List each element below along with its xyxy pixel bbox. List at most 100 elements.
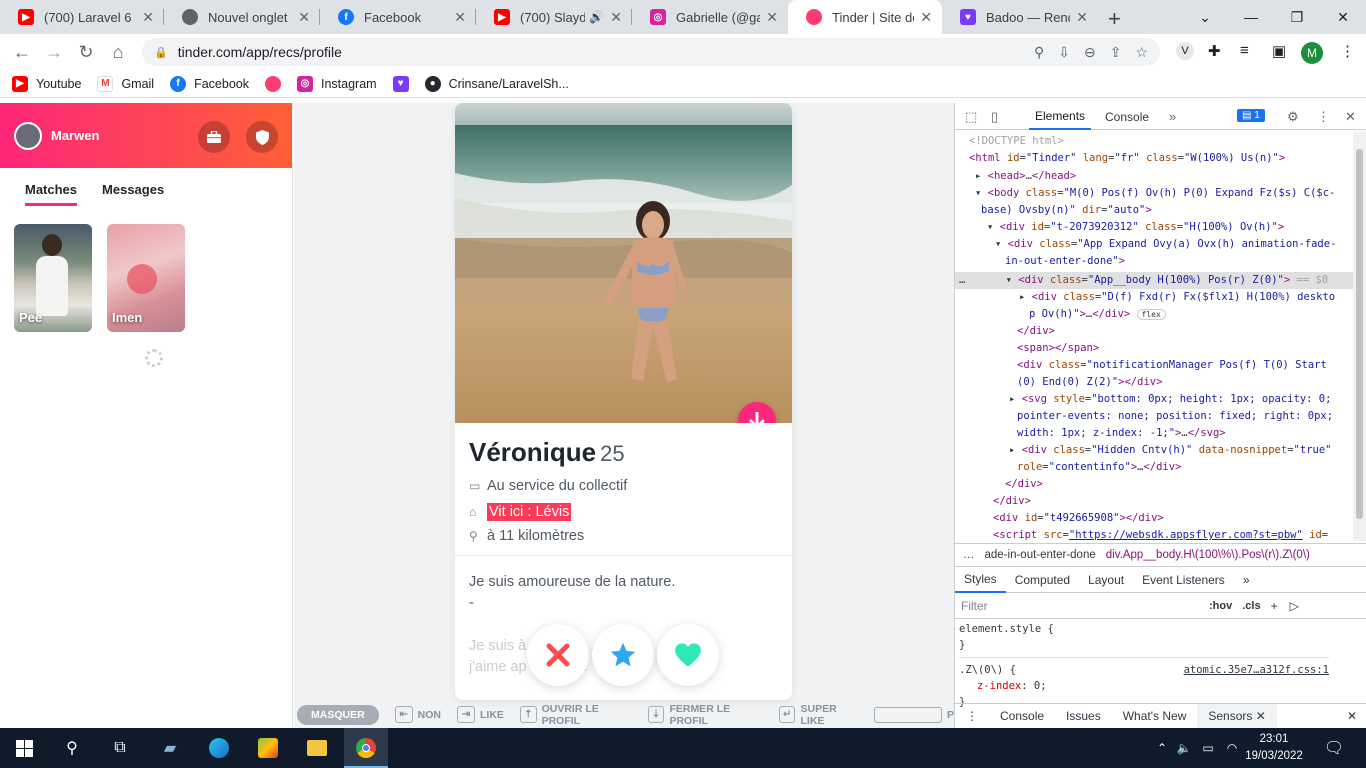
close-icon[interactable]: ✕ (920, 9, 932, 26)
inspect-element-icon[interactable]: ⬚ (965, 109, 977, 125)
edge-icon[interactable] (207, 736, 231, 760)
media-control-icon[interactable]: ≡ (1240, 42, 1249, 59)
profile-avatar[interactable]: M (1301, 42, 1323, 64)
windows-start-icon[interactable] (12, 736, 36, 760)
restore-button[interactable]: ❐ (1274, 0, 1320, 34)
bookmark-item[interactable] (265, 75, 281, 92)
volume-icon[interactable]: 🔈 (1172, 736, 1196, 760)
close-drawer-icon[interactable]: ✕ (1347, 709, 1366, 723)
user-avatar[interactable] (14, 121, 42, 150)
reload-button[interactable]: ↻ (74, 40, 98, 64)
address-bar[interactable]: 🔒 tinder.com/app/recs/profile ⚲ ⇩ ⊖ ⇪ ☆ (142, 38, 1160, 66)
tab-search-icon[interactable]: ⌄ (1182, 0, 1228, 34)
share-icon[interactable]: ⇪ (1110, 44, 1122, 61)
system-clock[interactable]: 23:01 19/03/2022 (1236, 731, 1312, 765)
breadcrumb-item[interactable]: ade-in-out-enter-done (985, 549, 1096, 561)
shield-icon[interactable] (246, 121, 278, 153)
dom-tree[interactable]: <!DOCTYPE html> <html id="Tinder" lang="… (955, 131, 1353, 541)
hov-toggle[interactable]: :hov (1209, 600, 1232, 612)
search-icon[interactable]: ⚲ (60, 736, 84, 760)
match-card[interactable]: Pee (14, 224, 92, 332)
kebab-menu-icon[interactable]: ⋮ (1317, 109, 1330, 125)
bookmark-item[interactable]: f Facebook (170, 75, 249, 92)
tab-messages[interactable]: Messages (102, 182, 164, 206)
forward-button[interactable]: → (42, 40, 66, 64)
lock-icon[interactable]: 🔒 (154, 46, 168, 59)
install-icon[interactable]: ⇩ (1058, 44, 1070, 61)
window-close-button[interactable]: ✕ (1320, 0, 1366, 34)
browser-tab-active[interactable]: Tinder | Site de R ✕ (788, 0, 942, 34)
bookmark-item[interactable]: ▶ Youtube (12, 75, 81, 92)
bluestacks-icon[interactable] (256, 736, 280, 760)
browser-tab[interactable]: ◎ Gabrielle (@gaby ✕ (632, 0, 788, 34)
back-button[interactable]: ← (10, 40, 34, 64)
extensions-icon[interactable]: ✚ (1208, 42, 1221, 60)
match-card[interactable]: Imen (107, 224, 185, 332)
tab-computed[interactable]: Computed (1006, 568, 1079, 593)
dom-scrollbar[interactable] (1353, 131, 1366, 541)
menu-icon[interactable]: ⋮ (1340, 42, 1355, 60)
toggle-sidebar-icon[interactable]: ▷ (1290, 599, 1299, 613)
tab-matches[interactable]: Matches (25, 182, 78, 206)
more-tabs-icon[interactable]: » (1169, 109, 1176, 124)
audio-icon[interactable]: 🔊 (589, 10, 604, 24)
chrome-icon[interactable] (354, 736, 378, 760)
nope-button[interactable] (527, 624, 589, 686)
close-icon[interactable]: ✕ (142, 9, 154, 26)
bookmark-item[interactable]: ● Crinsane/LaravelSh... (424, 75, 569, 92)
new-tab-button[interactable]: + (1108, 6, 1121, 32)
task-view-icon[interactable]: ⧉ (108, 736, 132, 760)
more-tabs-icon[interactable]: » (1234, 568, 1259, 593)
tab-elements[interactable]: Elements (1029, 103, 1092, 130)
url-text[interactable]: tinder.com/app/recs/profile (178, 44, 342, 60)
bookmark-star-icon[interactable]: ☆ (1135, 44, 1148, 61)
super-like-button[interactable] (592, 624, 654, 686)
drawer-tab-whats-new[interactable]: What's New (1112, 704, 1198, 729)
drawer-menu-icon[interactable]: ⋮ (955, 704, 989, 729)
device-toolbar-icon[interactable]: ▯ (991, 109, 998, 125)
drawer-tab-issues[interactable]: Issues (1055, 704, 1112, 729)
filter-input[interactable]: Filter (961, 599, 1197, 613)
briefcase-icon[interactable] (198, 121, 230, 153)
browser-tab[interactable]: ▶ (700) Laravel 6 E ✕ (0, 0, 164, 34)
tab-console[interactable]: Console (1105, 103, 1149, 130)
notifications-icon[interactable]: 🗨 (1322, 736, 1346, 760)
close-devtools-icon[interactable]: ✕ (1345, 109, 1356, 125)
hide-shortcuts-button[interactable]: MASQUER (297, 704, 379, 725)
bookmark-item[interactable]: ◎ Instagram (297, 75, 377, 92)
breadcrumb-item-selected[interactable]: div.App__body.H\(100\%\).Pos\(r\).Z\(0\) (1106, 549, 1310, 561)
bookmark-item[interactable]: M Gmail (97, 75, 154, 92)
location-icon[interactable]: ⚲ (1034, 44, 1044, 61)
tab-event-listeners[interactable]: Event Listeners (1133, 568, 1234, 593)
zoom-icon[interactable]: ⊖ (1084, 44, 1096, 61)
show-hidden-icons-icon[interactable]: ⌃ (1150, 736, 1174, 760)
home-button[interactable]: ⌂ (106, 40, 130, 64)
file-explorer-icon[interactable] (305, 736, 329, 760)
settings-gear-icon[interactable]: ⚙ (1287, 109, 1299, 125)
side-panel-icon[interactable]: ▣ (1272, 42, 1286, 60)
close-icon[interactable]: ✕ (1256, 709, 1266, 723)
close-icon[interactable]: ✕ (766, 9, 778, 26)
close-icon[interactable]: ✕ (1076, 9, 1088, 26)
notepad-icon[interactable]: ▰ (158, 736, 182, 760)
minimize-button[interactable]: — (1228, 0, 1274, 34)
battery-icon[interactable]: ▭ (1196, 736, 1220, 760)
browser-tab[interactable]: ▶ (700) Slayder 🔊 ✕ (476, 0, 632, 34)
user-name[interactable]: Marwen (51, 128, 99, 143)
vpn-extension-icon[interactable]: V (1176, 42, 1194, 60)
tab-layout[interactable]: Layout (1079, 568, 1133, 593)
close-icon[interactable]: ✕ (610, 9, 622, 26)
new-rule-icon[interactable]: + (1271, 599, 1278, 613)
profile-photo[interactable] (455, 103, 792, 423)
browser-tab[interactable]: f Facebook ✕ (320, 0, 476, 34)
drawer-tab-sensors[interactable]: Sensors ✕ (1197, 703, 1277, 729)
browser-tab[interactable]: Nouvel onglet ✕ (164, 0, 320, 34)
tab-styles[interactable]: Styles (955, 568, 1006, 593)
like-button[interactable] (657, 624, 719, 686)
drawer-tab-console[interactable]: Console (989, 704, 1055, 729)
bookmark-item[interactable]: ♥ (392, 75, 409, 92)
rule-source-link[interactable]: atomic.35e7…a312f.css:1 (1184, 662, 1329, 678)
close-icon[interactable]: ✕ (298, 9, 310, 26)
browser-tab[interactable]: ♥ Badoo — Rencon ✕ (942, 0, 1098, 34)
close-icon[interactable]: ✕ (454, 9, 466, 26)
